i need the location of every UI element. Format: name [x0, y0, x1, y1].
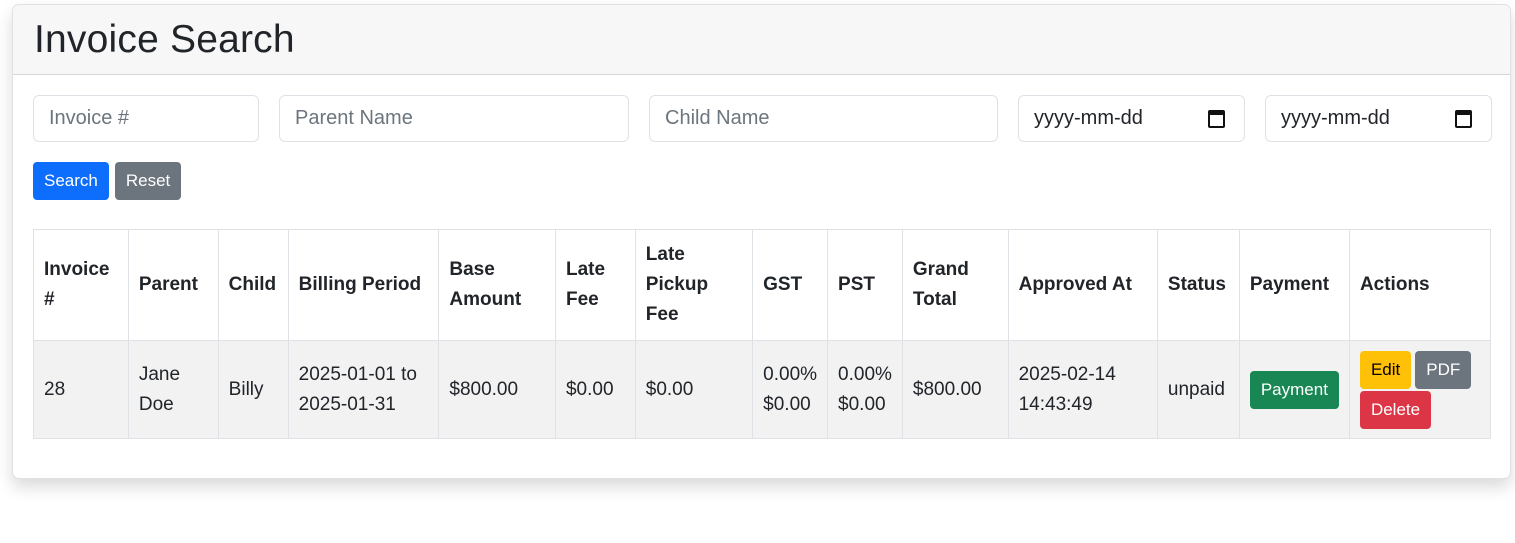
col-child: Child [217, 229, 289, 341]
date-to-input[interactable]: yyyy-mm-dd [1265, 95, 1492, 142]
cell-invoice: 28 [33, 340, 129, 439]
gst-rate: 0.00% [763, 363, 818, 385]
col-billing-period: Billing Period [287, 229, 440, 341]
col-grand-total: Grand Total [901, 229, 1009, 341]
edit-button[interactable]: Edit [1359, 350, 1412, 389]
col-late-pickup-fee: Late Pickup Fee [634, 229, 754, 341]
col-pst: PST [827, 229, 903, 341]
cell-approved-at: 2025-02-14 14:43:49 [1007, 340, 1158, 439]
cell-late-fee: $0.00 [554, 340, 636, 439]
pst-rate: 0.00% [838, 363, 892, 385]
col-invoice: Invoice # [33, 229, 129, 341]
table-row: 28 Jane Doe Billy 2025-01-01 to 2025-01-… [33, 340, 1492, 439]
cell-billing-period: 2025-01-01 to 2025-01-31 [287, 340, 440, 439]
col-parent: Parent [127, 229, 219, 341]
invoice-table: Invoice # Parent Child Billing Period Ba… [33, 229, 1492, 439]
search-button[interactable]: Search [33, 162, 109, 200]
page-title: Invoice Search [34, 17, 295, 61]
date-to-placeholder: yyyy-mm-dd [1281, 107, 1390, 129]
col-base-amount: Base Amount [438, 229, 556, 341]
cell-child: Billy [217, 340, 289, 439]
date-from-placeholder: yyyy-mm-dd [1034, 107, 1143, 129]
parent-name-input[interactable] [279, 95, 629, 142]
child-name-input[interactable] [649, 95, 998, 142]
cell-actions: Edit PDF Delete [1348, 340, 1492, 439]
card-header: Invoice Search [13, 5, 1510, 75]
cell-base-amount: $800.00 [438, 340, 556, 439]
cell-pst: 0.00% $0.00 [827, 340, 903, 439]
gst-amount: $0.00 [763, 393, 811, 415]
invoice-search-card: Invoice Search yyyy-mm-dd yyyy-mm-dd Sea… [12, 4, 1511, 479]
col-payment: Payment [1238, 229, 1350, 341]
col-status: Status [1156, 229, 1240, 341]
date-from-input[interactable]: yyyy-mm-dd [1018, 95, 1245, 142]
cell-status: unpaid [1156, 340, 1240, 439]
cell-gst: 0.00% $0.00 [752, 340, 829, 439]
invoice-number-input[interactable] [33, 95, 259, 142]
cell-payment: Payment [1238, 340, 1350, 439]
cell-parent: Jane Doe [127, 340, 219, 439]
payment-button[interactable]: Payment [1249, 370, 1339, 409]
cell-grand-total: $800.00 [901, 340, 1009, 439]
cell-late-pickup-fee: $0.00 [634, 340, 754, 439]
col-actions: Actions [1348, 229, 1492, 341]
table-header-row: Invoice # Parent Child Billing Period Ba… [33, 229, 1492, 341]
delete-button[interactable]: Delete [1359, 390, 1432, 429]
pdf-button[interactable]: PDF [1415, 350, 1472, 389]
pst-amount: $0.00 [838, 393, 886, 415]
col-gst: GST [752, 229, 829, 341]
col-approved-at: Approved At [1007, 229, 1158, 341]
calendar-icon[interactable] [1208, 109, 1225, 128]
filter-buttons: Search Reset [33, 162, 182, 200]
col-late-fee: Late Fee [554, 229, 636, 341]
reset-button[interactable]: Reset [114, 162, 182, 200]
filter-row: yyyy-mm-dd yyyy-mm-dd [33, 95, 1492, 142]
actions-group: Edit PDF Delete [1359, 350, 1480, 429]
calendar-icon[interactable] [1455, 109, 1472, 128]
